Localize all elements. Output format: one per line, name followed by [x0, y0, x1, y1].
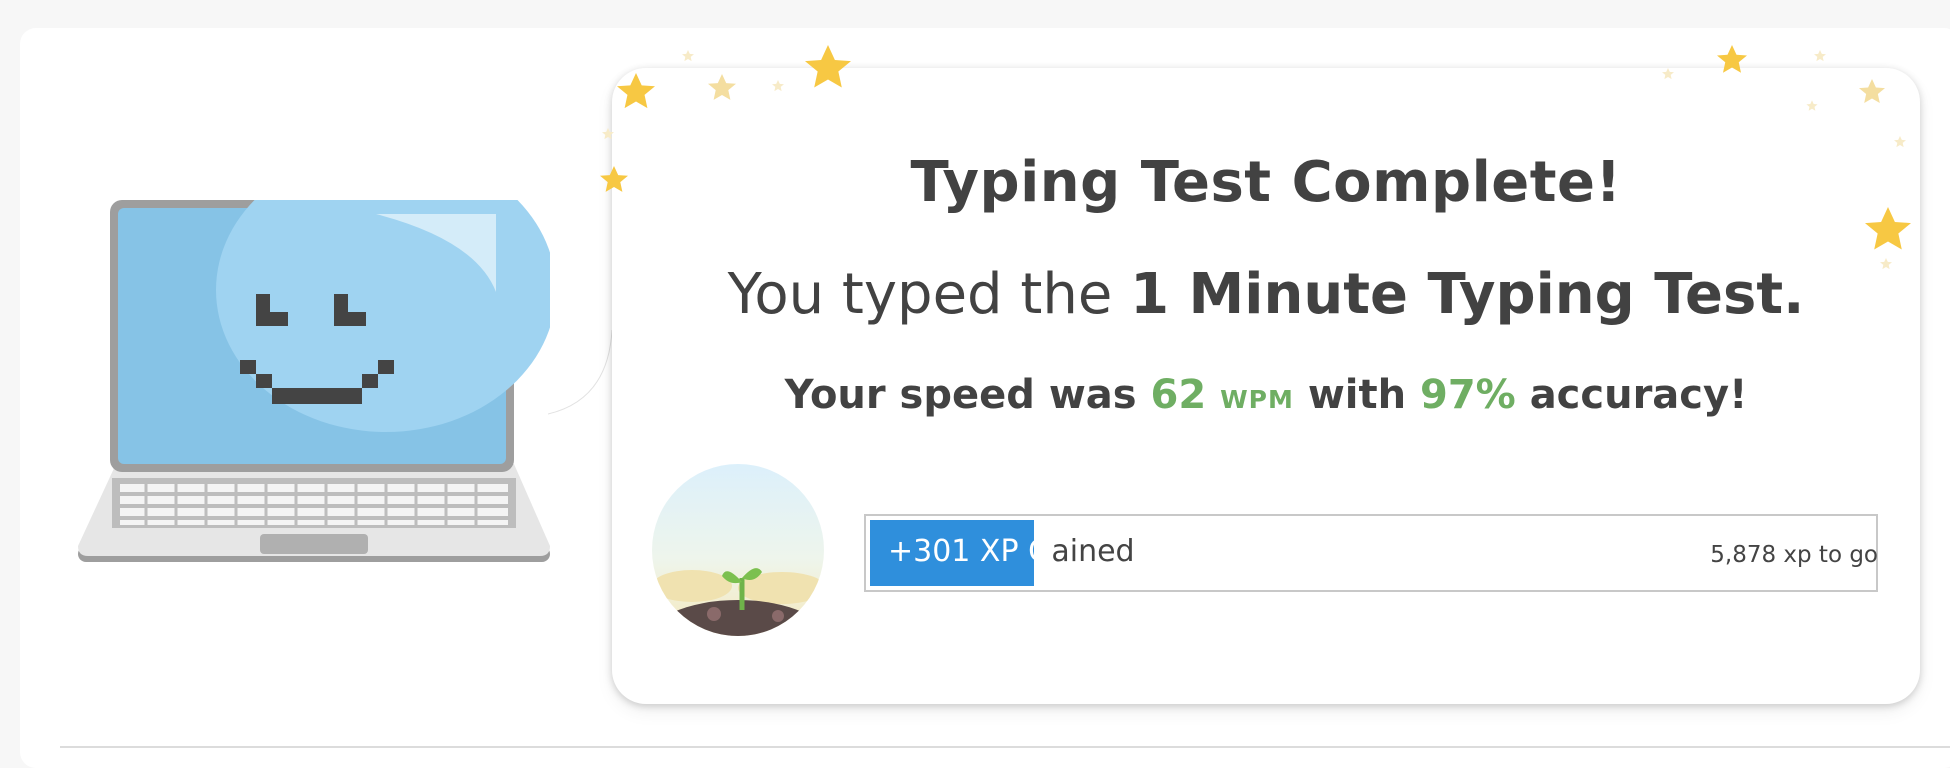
wpm-value: 62	[1150, 372, 1207, 418]
section-divider	[60, 746, 1950, 748]
test-description-prefix: You typed the	[727, 262, 1131, 327]
page-title: Typing Test Complete!	[910, 150, 1622, 215]
speed-summary: Your speed was 62 WPM with 97% accuracy!	[612, 372, 1920, 418]
accuracy-suffix: accuracy!	[1515, 372, 1748, 418]
wpm-unit: WPM	[1220, 385, 1294, 414]
smiling-laptop-icon	[78, 200, 550, 562]
test-name: 1 Minute Typing Test.	[1130, 262, 1805, 327]
xp-to-go-label: 5,878 xp to go	[1710, 542, 1878, 568]
xp-gained-text-rest: ained	[1051, 534, 1135, 569]
seedling-level-avatar	[652, 464, 824, 636]
accuracy-value: 97%	[1420, 372, 1516, 418]
xp-gained-text-on-fill: +301 XP G	[888, 534, 1052, 569]
with-text: with	[1293, 372, 1421, 418]
test-description: You typed the 1 Minute Typing Test.	[612, 262, 1920, 327]
speed-prefix: Your speed was	[784, 372, 1151, 418]
xp-gained-label: +301 XP Gained	[888, 534, 1135, 569]
